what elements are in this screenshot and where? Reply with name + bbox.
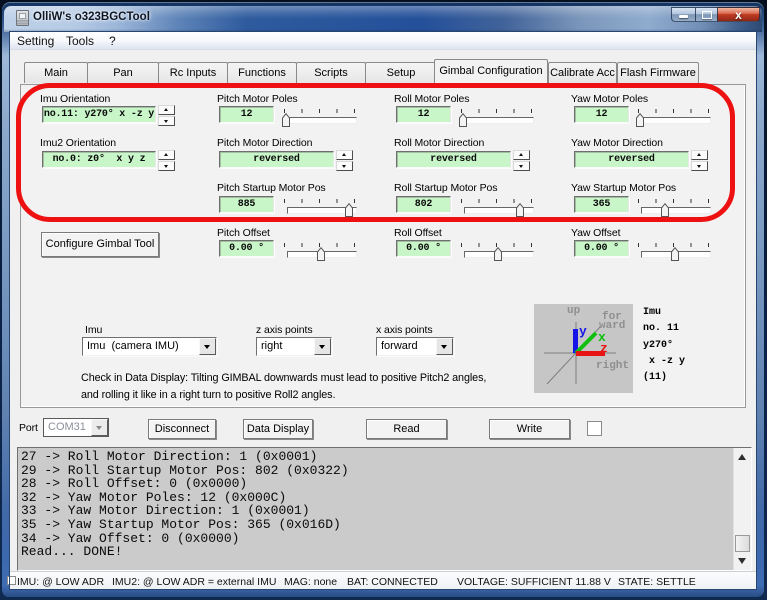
svg-text:y: y [579, 324, 587, 339]
svg-text:z: z [600, 341, 608, 356]
